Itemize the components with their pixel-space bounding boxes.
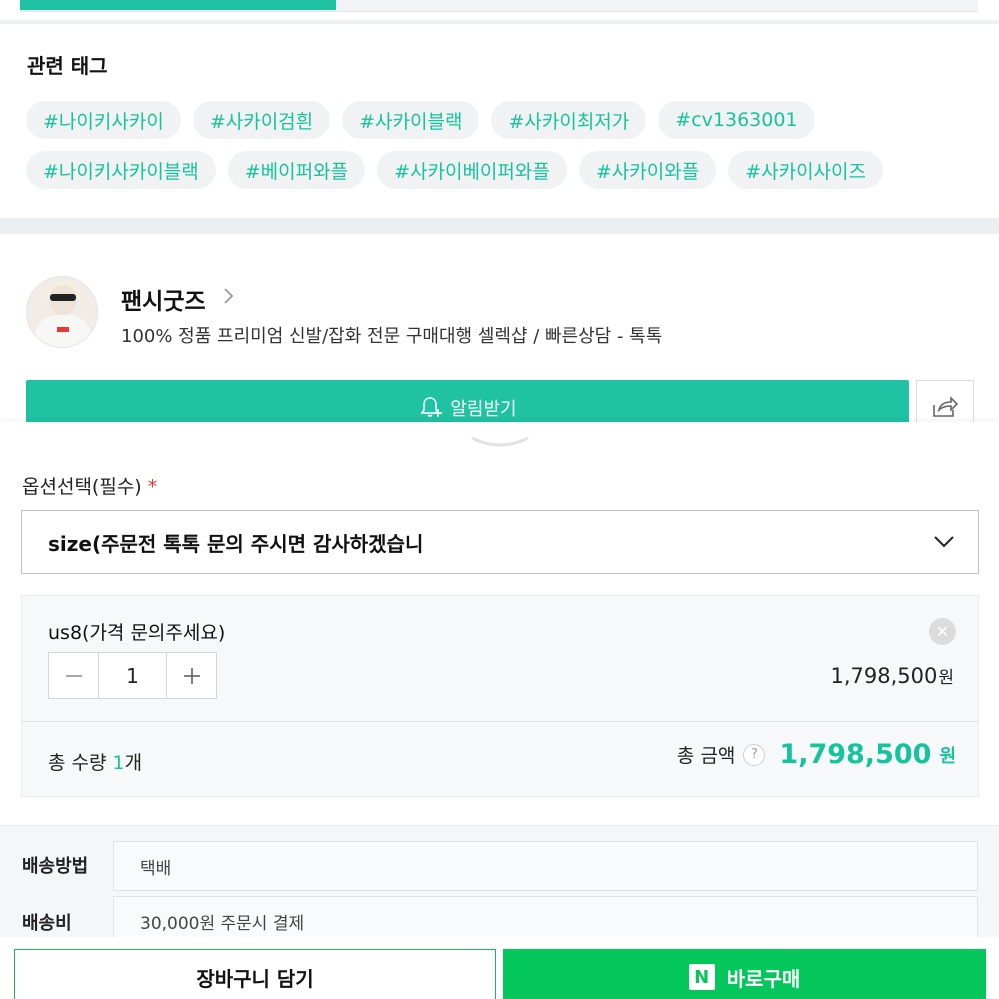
increase-button[interactable] — [167, 653, 216, 698]
item-price: 1,798,500원 — [830, 664, 954, 688]
total-quantity: 총 수량 1개 — [48, 752, 143, 774]
option-label: 옵션선택(필수) * — [22, 476, 158, 498]
purchase-sheet: 옵션선택(필수) * size(주문전 톡톡 문의 주시면 감사하겠습니 us8(… — [0, 422, 999, 999]
total-amount: 총 금액 ? 1,798,500 원 — [676, 739, 956, 770]
option-selected-value: size(주문전 톡톡 문의 주시면 감사하겠습니 — [48, 531, 424, 556]
related-tags-title: 관련 태그 — [27, 54, 108, 78]
share-icon — [933, 396, 959, 417]
buy-now-button[interactable]: N 바로구매 — [503, 949, 986, 999]
shipping-method-value: 택배 — [113, 841, 978, 891]
help-icon[interactable]: ? — [743, 743, 766, 766]
tag-chip[interactable]: #나이키사카이 — [26, 101, 181, 139]
total-amount-value: 1,798,500 — [779, 739, 932, 770]
tag-chip[interactable]: #베이퍼와플 — [227, 151, 366, 189]
notify-button[interactable]: 알림받기 — [26, 380, 909, 424]
progress-fill — [20, 0, 337, 10]
quantity-input[interactable]: 1 — [98, 653, 167, 698]
chevron-down-icon — [934, 536, 954, 548]
remove-item-button[interactable]: ✕ — [929, 618, 956, 645]
add-to-cart-button[interactable]: 장바구니 담기 — [14, 949, 496, 999]
selected-item-box: us8(가격 문의주세요) ✕ 1 1,798,500원 총 수량 1개 총 금… — [21, 595, 979, 797]
chevron-right-icon[interactable] — [220, 285, 238, 307]
tag-row-1: #나이키사카이 #사카이검흰 #사카이블랙 #사카이최저가 #cv1363001 — [26, 101, 815, 139]
image-progress-bar — [20, 0, 978, 12]
option-select[interactable]: size(주문전 톡톡 문의 주시면 감사하겠습니 — [21, 510, 979, 574]
seller-description: 100% 정품 프리미엄 신발/잡화 전문 구매대행 셀렉샵 / 빠른상담 - … — [121, 326, 663, 347]
quantity-stepper: 1 — [48, 652, 217, 699]
seller-name[interactable]: 팬시굿즈 — [121, 282, 206, 316]
sheet-handle-icon[interactable] — [470, 434, 530, 450]
tag-chip[interactable]: #나이키사카이블랙 — [26, 151, 216, 189]
notify-label: 알림받기 — [450, 399, 517, 420]
plus-icon — [183, 667, 200, 684]
shipping-method-label: 배송방법 — [22, 856, 89, 877]
required-mark: * — [147, 476, 158, 498]
decrease-button[interactable] — [49, 653, 98, 698]
section-divider — [0, 218, 999, 234]
total-amount-label: 총 금액 — [676, 745, 736, 767]
bell-plus-icon — [420, 397, 443, 417]
tag-chip[interactable]: #사카이최저가 — [491, 101, 647, 139]
tag-chip[interactable]: #사카이검흰 — [192, 101, 331, 139]
section-divider — [0, 20, 999, 24]
tag-chip[interactable]: #사카이블랙 — [342, 101, 480, 139]
shipping-fee-label: 배송비 — [22, 913, 72, 934]
tag-chip[interactable]: #사카이와플 — [578, 151, 717, 189]
close-icon: ✕ — [935, 621, 950, 641]
seller-avatar[interactable] — [26, 276, 98, 348]
tag-chip[interactable]: #사카이사이즈 — [728, 151, 883, 189]
minus-icon — [65, 674, 82, 677]
buy-now-label: 바로구매 — [726, 966, 801, 991]
naver-pay-icon: N — [688, 964, 715, 990]
item-option-name: us8(가격 문의주세요) — [48, 622, 226, 644]
divider — [22, 721, 978, 722]
tag-chip[interactable]: #사카이베이퍼와플 — [377, 151, 567, 189]
share-button[interactable] — [916, 380, 974, 424]
tag-row-2: #나이키사카이블랙 #베이퍼와플 #사카이베이퍼와플 #사카이와플 #사카이사이… — [26, 151, 883, 189]
tag-chip[interactable]: #cv1363001 — [658, 101, 815, 139]
bottom-action-bar: 장바구니 담기 N 바로구매 — [0, 937, 999, 999]
